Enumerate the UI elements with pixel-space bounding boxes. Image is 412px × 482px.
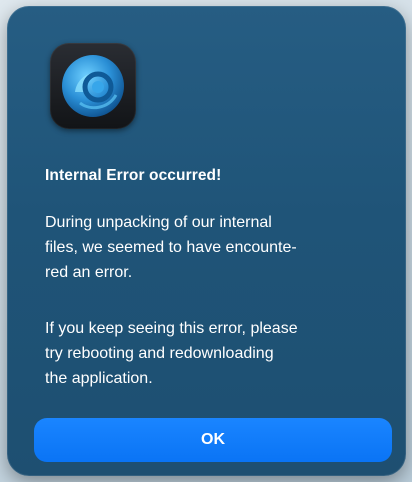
message-line: During unpacking of our internal: [45, 214, 272, 231]
message-line: try rebooting and redownloading: [45, 345, 274, 362]
app-orb-icon: [62, 55, 124, 117]
message-line: If you keep seeing this error, please: [45, 320, 298, 337]
ok-button[interactable]: OK: [34, 418, 392, 462]
message-line: red an error.: [45, 264, 133, 281]
app-icon: [50, 43, 136, 129]
message-line: the application.: [45, 370, 153, 387]
error-dialog: Internal Error occurred! During unpackin…: [7, 6, 406, 476]
dialog-title: Internal Error occurred!: [45, 167, 222, 184]
dialog-message-primary: During unpacking of our internal files, …: [45, 210, 385, 285]
dialog-message-secondary: If you keep seeing this error, please tr…: [45, 316, 385, 391]
message-line: files, we seemed to have encounte-: [45, 239, 297, 256]
